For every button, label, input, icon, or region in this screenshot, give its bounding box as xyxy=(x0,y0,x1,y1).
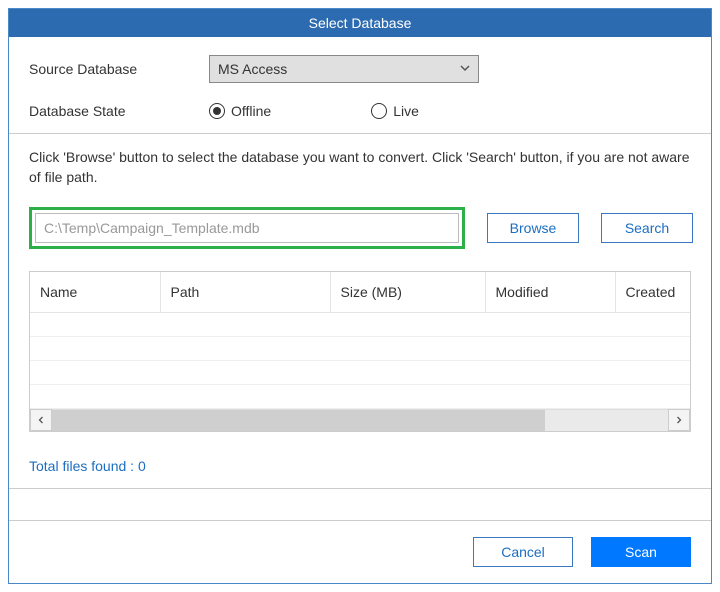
col-path[interactable]: Path xyxy=(160,272,330,312)
results-table: Name Path Size (MB) Modified Created xyxy=(30,272,690,409)
table-row xyxy=(30,384,690,408)
main-section: Click 'Browse' button to select the data… xyxy=(9,134,711,442)
dialog-footer: Cancel Scan xyxy=(9,520,711,583)
cancel-button[interactable]: Cancel xyxy=(473,537,573,567)
radio-offline-label: Offline xyxy=(231,103,271,119)
search-button[interactable]: Search xyxy=(601,213,693,243)
col-modified[interactable]: Modified xyxy=(485,272,615,312)
scroll-right-button[interactable] xyxy=(668,409,690,431)
source-database-select[interactable]: MS Access xyxy=(209,55,479,83)
source-database-label: Source Database xyxy=(29,61,209,77)
radio-offline[interactable]: Offline xyxy=(209,103,271,119)
radio-live[interactable]: Live xyxy=(371,103,419,119)
database-state-radio-group: Offline Live xyxy=(209,103,419,119)
col-created[interactable]: Created xyxy=(615,272,690,312)
horizontal-scrollbar[interactable] xyxy=(30,409,690,431)
table-header-row: Name Path Size (MB) Modified Created xyxy=(30,272,690,312)
radio-live-label: Live xyxy=(393,103,419,119)
select-database-dialog: Select Database Source Database MS Acces… xyxy=(8,8,712,584)
file-path-input[interactable] xyxy=(35,213,459,243)
divider xyxy=(9,488,711,489)
total-files-label: Total files found : 0 xyxy=(9,442,711,488)
browse-button[interactable]: Browse xyxy=(487,213,579,243)
scroll-left-button[interactable] xyxy=(30,409,52,431)
scan-button[interactable]: Scan xyxy=(591,537,691,567)
table-row xyxy=(30,336,690,360)
source-database-value: MS Access xyxy=(218,61,287,77)
col-name[interactable]: Name xyxy=(30,272,160,312)
dialog-title: Select Database xyxy=(309,15,412,31)
table-row xyxy=(30,360,690,384)
table-body xyxy=(30,312,690,408)
table-row xyxy=(30,312,690,336)
titlebar: Select Database xyxy=(9,9,711,37)
path-highlight-box xyxy=(29,207,465,249)
radio-checked-icon xyxy=(209,103,225,119)
results-table-container: Name Path Size (MB) Modified Created xyxy=(29,271,691,432)
col-size[interactable]: Size (MB) xyxy=(330,272,485,312)
radio-unchecked-icon xyxy=(371,103,387,119)
database-state-label: Database State xyxy=(29,103,209,119)
scroll-thumb[interactable] xyxy=(52,410,545,431)
scroll-track[interactable] xyxy=(52,410,668,431)
instruction-text: Click 'Browse' button to select the data… xyxy=(29,148,691,187)
source-section: Source Database MS Access Database State… xyxy=(9,37,711,133)
